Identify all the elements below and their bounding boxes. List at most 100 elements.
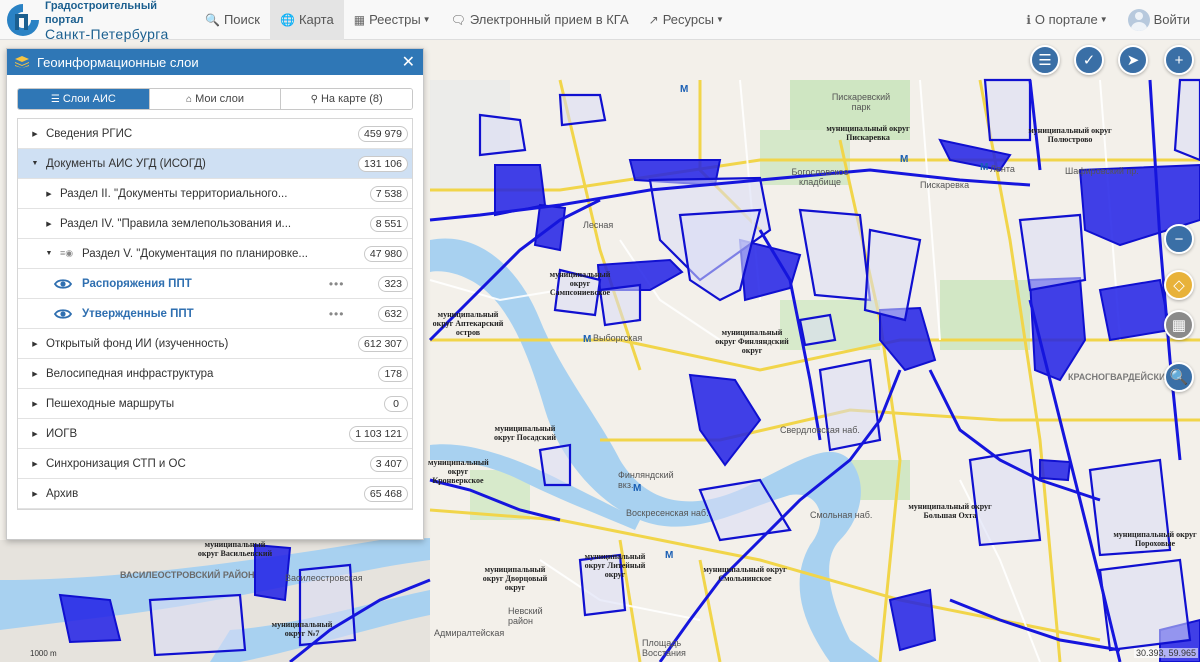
map-poi-label: КРАСНОГВАРДЕЙСКИЙ — [1068, 372, 1172, 382]
layer-label: Раздел IV. "Правила землепользования и..… — [60, 217, 292, 230]
map-poi-label: Выборгская — [593, 333, 643, 343]
nav-electronic-reception[interactable]: 🗨 Электронный прием в КГА — [441, 0, 639, 40]
layer-label: Архив — [46, 487, 79, 500]
nav-about[interactable]: ℹ О портале ▼ — [1016, 0, 1117, 40]
map-label-district: муниципальный округ Васильевский — [197, 540, 273, 558]
layer-count-badge: 0 — [384, 395, 408, 412]
layers-list-icon[interactable]: ☰ — [1030, 45, 1060, 75]
svg-text:M: M — [980, 162, 988, 173]
layer-row[interactable]: ▶ ИОГВ 1 103 121 — [18, 419, 412, 449]
more-options-icon[interactable]: ••• — [329, 277, 345, 291]
map-label-district: муниципальный округ Посадский — [494, 424, 556, 442]
layer-label: Раздел II. "Документы территориального..… — [60, 187, 288, 200]
layer-row[interactable]: ▶ Пешеходные маршруты 0 — [18, 389, 412, 419]
list-icon: ☰ — [50, 93, 60, 105]
layer-label: Утвержденные ППТ — [82, 307, 194, 320]
chevron-right-icon[interactable]: ▶ — [30, 460, 40, 468]
home-icon: ⌂ — [186, 93, 193, 105]
layer-count-badge: 459 979 — [358, 125, 408, 142]
map-poi-label: Лесная — [583, 220, 614, 230]
basemap-icon[interactable]: ◇ — [1164, 270, 1194, 300]
layer-row[interactable]: ▶ Раздел II. "Документы территориального… — [18, 179, 412, 209]
layer-label: Открытый фонд ИИ (изученность) — [46, 337, 229, 350]
tab-on-map[interactable]: ⚲ На карте (8) — [281, 89, 412, 109]
zoom-out-icon[interactable]: − — [1164, 224, 1194, 254]
layer-row[interactable]: ▶ Архив 65 468 — [18, 479, 412, 509]
layer-count-badge: 323 — [378, 275, 408, 292]
map-label-district: муниципальный округ Кронверкское — [428, 458, 489, 485]
tab-my-layers[interactable]: ⌂ Мои слои — [149, 89, 282, 109]
nav-resources-label: Ресурсы — [662, 12, 714, 27]
layer-row[interactable]: ▼ Документы АИС УГД (ИСОГД) 131 106 — [18, 149, 412, 179]
panel-header: Геоинформационные слои ✕ — [7, 49, 423, 75]
eye-icon[interactable] — [53, 278, 74, 290]
avatar — [1127, 8, 1150, 31]
layer-label: Велосипедная инфраструктура — [46, 367, 214, 380]
chevron-right-icon[interactable]: ▶ — [30, 130, 40, 138]
map-poi-label: ВАСИЛЕОСТРОВСКИЙ РАЙОН — [120, 570, 255, 580]
close-icon[interactable]: ✕ — [402, 52, 415, 72]
layer-row[interactable]: ▶ Синхронизация СТП и ОС 3 407 — [18, 449, 412, 479]
caret-down-icon: ▼ — [422, 15, 431, 24]
info-icon: ℹ — [1026, 12, 1031, 27]
layer-count-badge: 8 551 — [369, 215, 408, 232]
map-poi-label: Финляндский вкз. — [618, 470, 674, 490]
map-label-district: муниципальный округ Литейный округ — [584, 552, 646, 579]
chevron-right-icon[interactable]: ▶ — [44, 220, 54, 228]
layer-row[interactable]: ▶ Открытый фонд ИИ (изученность) 612 307 — [18, 329, 412, 359]
map-label-district: муниципальный округ Пороховые — [1113, 530, 1197, 548]
layers-stack-icon — [15, 56, 29, 68]
locate-icon[interactable]: ➤ — [1118, 45, 1148, 75]
more-options-icon[interactable]: ••• — [329, 307, 345, 321]
map-poi-label: Василеостровская — [285, 573, 363, 583]
svg-text:M: M — [900, 154, 908, 165]
map-label-district: муниципальный округ Финляндский округ — [715, 328, 789, 355]
overlay-icon[interactable]: ▦ — [1164, 310, 1194, 340]
layer-row[interactable]: ▶ Сведения РГИС 459 979 — [18, 119, 412, 149]
nav-login[interactable]: Войти — [1118, 0, 1200, 40]
zoom-in-icon[interactable]: + — [1164, 45, 1194, 75]
nav-electronic-reception-label: Электронный прием в КГА — [469, 12, 629, 27]
layer-row[interactable]: ▼ ≡◉ Раздел V. "Документация по планиров… — [18, 239, 412, 269]
chevron-down-icon[interactable]: ▼ — [44, 250, 54, 257]
layer-count-badge: 65 468 — [363, 485, 408, 502]
chevron-right-icon[interactable]: ▶ — [30, 490, 40, 498]
chevron-right-icon[interactable]: ▶ — [30, 430, 40, 438]
map-poi-label: Лента — [990, 164, 1015, 174]
layer-label: Сведения РГИС — [46, 127, 133, 140]
layer-label: Синхронизация СТП и ОС — [46, 457, 186, 470]
ruler-icon[interactable]: ✓ — [1074, 45, 1104, 75]
search-map-icon[interactable]: 🔍 — [1164, 362, 1194, 392]
layer-row[interactable]: Утвержденные ППТ ••• 632 — [18, 299, 412, 329]
layer-row[interactable]: ▶ Велосипедная инфраструктура 178 — [18, 359, 412, 389]
layer-label: Пешеходные маршруты — [46, 397, 175, 410]
globe-icon: 🌐 — [279, 12, 295, 27]
portal-logo[interactable]: Градостроительный портал Санкт-Петербург… — [0, 0, 195, 41]
tab-ais-layers[interactable]: ☰ Слои АИС — [18, 89, 150, 109]
external-link-icon: ↗ — [648, 12, 659, 27]
eye-icon[interactable] — [53, 308, 74, 320]
layer-label: Документы АИС УГД (ИСОГД) — [46, 157, 206, 170]
map-poi-label: Свердловская наб. — [780, 425, 860, 435]
map-poi-label: Богословское кладбище — [791, 167, 849, 187]
chevron-right-icon[interactable]: ▶ — [30, 370, 40, 378]
layer-row[interactable]: Распоряжения ППТ ••• 323 — [18, 269, 412, 299]
nav-resources[interactable]: ↗ Ресурсы ▼ — [639, 0, 734, 40]
map-poi-label: Шафировский пр. — [1065, 166, 1139, 176]
nav-registries[interactable]: ▦ Реестры ▼ — [344, 0, 441, 40]
chevron-right-icon[interactable]: ▶ — [44, 190, 54, 198]
map-poi-label: Смольная наб. — [810, 510, 873, 520]
layer-label: ИОГВ — [46, 427, 78, 440]
map-label-district: муниципальный округ Большая Охта — [908, 502, 992, 520]
chevron-right-icon[interactable]: ▶ — [30, 400, 40, 408]
nav-map[interactable]: 🌐 Карта — [269, 0, 344, 40]
layer-row[interactable]: ▶ Раздел IV. "Правила землепользования и… — [18, 209, 412, 239]
nav-search-label: Поиск — [223, 12, 260, 27]
chevron-down-icon[interactable]: ▼ — [30, 160, 40, 167]
search-icon: 🔍 — [205, 12, 220, 27]
nav-search[interactable]: 🔍 Поиск — [195, 0, 270, 40]
chevron-right-icon[interactable]: ▶ — [30, 340, 40, 348]
layer-count-badge: 47 980 — [363, 245, 408, 262]
partial-visibility-icon[interactable]: ≡◉ — [60, 248, 76, 259]
nav-login-label: Войти — [1153, 12, 1190, 27]
